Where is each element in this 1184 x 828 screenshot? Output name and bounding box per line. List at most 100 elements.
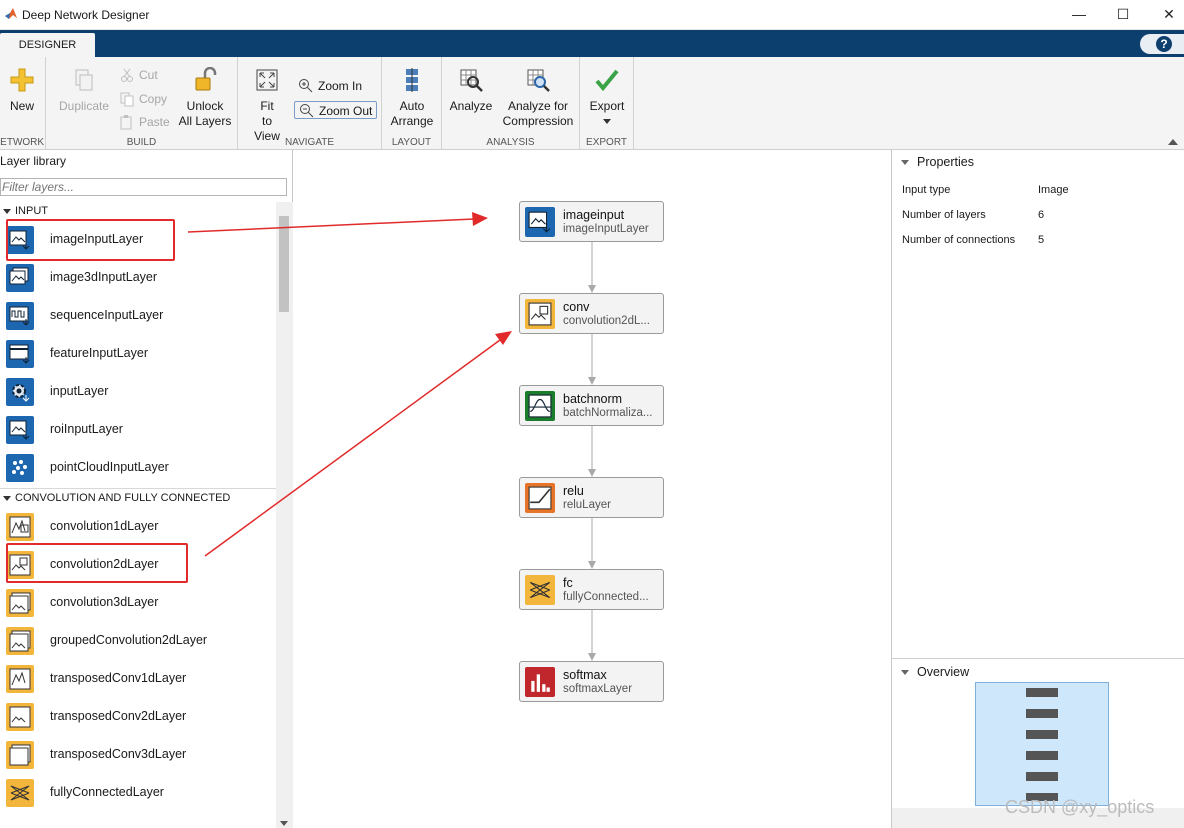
annotation-box-convolution2dlayer [6,543,188,583]
overview-node [1026,730,1058,739]
fit-to-view-button[interactable]: Fit to View [248,67,286,144]
cut-button[interactable]: Cut [119,66,158,84]
network-node-softmax[interactable]: softmax softmaxLayer [519,661,664,702]
panel-divider[interactable] [892,658,1184,659]
scrollbar-thumb[interactable] [279,216,289,312]
layer-item-roiinputlayer[interactable]: roiInputLayer [0,411,276,449]
export-dropdown-icon[interactable] [603,119,611,125]
unlock-all-layers-button[interactable]: Unlock All Layers [176,67,234,129]
layer-item-transposedconv3dlayer[interactable]: transposedConv3dLayer [0,736,276,774]
unlock-label: Unlock [186,99,224,113]
layer-item-label: transposedConv2dLayer [50,709,187,723]
conv1d-icon [6,513,34,541]
network-node-conv[interactable]: conv convolution2dL... [519,293,664,334]
properties-header[interactable]: Properties [892,151,1184,173]
overview-viewport[interactable] [975,682,1109,806]
feature-input-icon [6,340,34,368]
layer-item-label: featureInputLayer [50,346,148,360]
category-convolution[interactable]: CONVOLUTION AND FULLY CONNECTED [0,489,276,507]
build-section-label: BUILD [126,137,157,148]
zoom-in-icon [299,79,313,93]
grouped-conv-icon [6,627,34,655]
export-button[interactable]: Export [584,67,630,129]
layer-item-convolution1dlayer[interactable]: convolution1dLayer [0,508,276,546]
zoom-in-label: Zoom In [318,79,363,93]
zoom-out-icon [300,104,314,118]
property-row: Input type Image [902,184,1182,204]
layer-item-featureinputlayer[interactable]: featureInputLayer [0,335,276,373]
relu-icon [525,483,555,513]
zoom-out-button[interactable]: Zoom Out [294,101,378,119]
node-name: conv [563,300,590,314]
close-button[interactable]: ✕ [1154,4,1184,24]
property-key: Input type [902,184,951,196]
node-type: convolution2dL... [563,315,650,327]
copy-icon [120,92,134,107]
auto-arrange-button[interactable]: Auto Arrange [388,67,436,129]
collapse-toolstrip-icon[interactable] [1168,139,1178,145]
layer-item-transposedconv2dlayer[interactable]: transposedConv2dLayer [0,698,276,736]
paste-button[interactable]: Paste [119,113,170,131]
analyze-for-label: Analyze for [507,99,569,113]
watermark: CSDN @xy_optics [1005,797,1155,817]
category-input[interactable]: INPUT [0,202,276,220]
network-section: New NETWORK [0,57,46,150]
maximize-button[interactable]: ☐ [1108,4,1138,24]
image3d-input-icon [6,264,34,292]
layer-item-label: transposedConv1dLayer [50,671,187,685]
title-bar: Deep Network Designer — ☐ ✕ [0,0,1184,30]
export-label: Export [589,99,625,113]
tab-designer[interactable]: DESIGNER [0,33,95,57]
right-panel: Properties Input type Image Number of la… [891,150,1184,828]
analysis-section-label: ANALYSIS [486,137,535,148]
node-name: fc [563,576,573,590]
filter-layers-input[interactable] [0,178,287,196]
all-layers-label: All Layers [178,114,232,128]
help-button[interactable]: ? [1140,34,1184,54]
unlock-icon [195,67,217,91]
node-type: softmaxLayer [563,683,633,695]
network-node-fc[interactable]: fc fullyConnected... [519,569,664,610]
connection-arrow-icon [588,377,596,385]
layer-list-scrollbar[interactable] [276,202,293,828]
layer-item-inputlayer[interactable]: inputLayer [0,373,276,411]
layer-item-sequenceinputlayer[interactable]: sequenceInputLayer [0,297,276,335]
fit-label: Fit [260,99,274,113]
layer-item-transposedconv1dlayer[interactable]: transposedConv1dLayer [0,660,276,698]
layer-item-fullyconnectedlayer[interactable]: fullyConnectedLayer [0,774,276,812]
layer-item-convolution3dlayer[interactable]: convolution3dLayer [0,584,276,622]
layer-item-label: image3dInputLayer [50,270,158,284]
layer-item-label: transposedConv3dLayer [50,747,187,761]
copy-button[interactable]: Copy [119,90,167,108]
network-node-relu[interactable]: relu reluLayer [519,477,664,518]
gear-input-icon [6,378,34,406]
overview-node [1026,688,1058,697]
navigate-section-label: NAVIGATE [284,137,335,148]
paste-icon [120,115,132,130]
zoom-in-button[interactable]: Zoom In [298,77,362,95]
node-name: relu [563,484,584,498]
plus-icon [10,68,34,92]
node-type: imageInputLayer [563,223,649,235]
network-node-imageinput[interactable]: imageinput imageInputLayer [519,201,664,242]
node-name: imageinput [563,208,625,222]
network-node-batchnorm[interactable]: batchnorm batchNormaliza... [519,385,664,426]
fully-connected-icon [6,779,34,807]
new-button[interactable]: New [5,67,39,114]
analyze-compression-icon [527,69,550,92]
softmax-icon [525,667,555,697]
analyze-for-compression-button[interactable]: Analyze for Compression [500,67,576,129]
analyze-button[interactable]: Analyze [448,67,494,114]
network-canvas[interactable]: imageinput imageInputLayer conv convolut… [293,150,891,828]
layer-item-pointcloudinputlayer[interactable]: pointCloudInputLayer [0,449,276,487]
auto-label: Auto [399,99,425,113]
transposed-conv1d-icon [6,665,34,693]
duplicate-icon [75,69,93,91]
minimize-button[interactable]: — [1064,4,1094,24]
scroll-down-arrow-icon[interactable] [280,821,288,826]
duplicate-button[interactable]: Duplicate [56,67,112,114]
layer-item-image3dinputlayer[interactable]: image3dInputLayer [0,259,276,297]
layer-item-groupedconvolution2dlayer[interactable]: groupedConvolution2dLayer [0,622,276,660]
layer-item-label: roiInputLayer [50,422,123,436]
overview-header[interactable]: Overview [892,661,1184,683]
